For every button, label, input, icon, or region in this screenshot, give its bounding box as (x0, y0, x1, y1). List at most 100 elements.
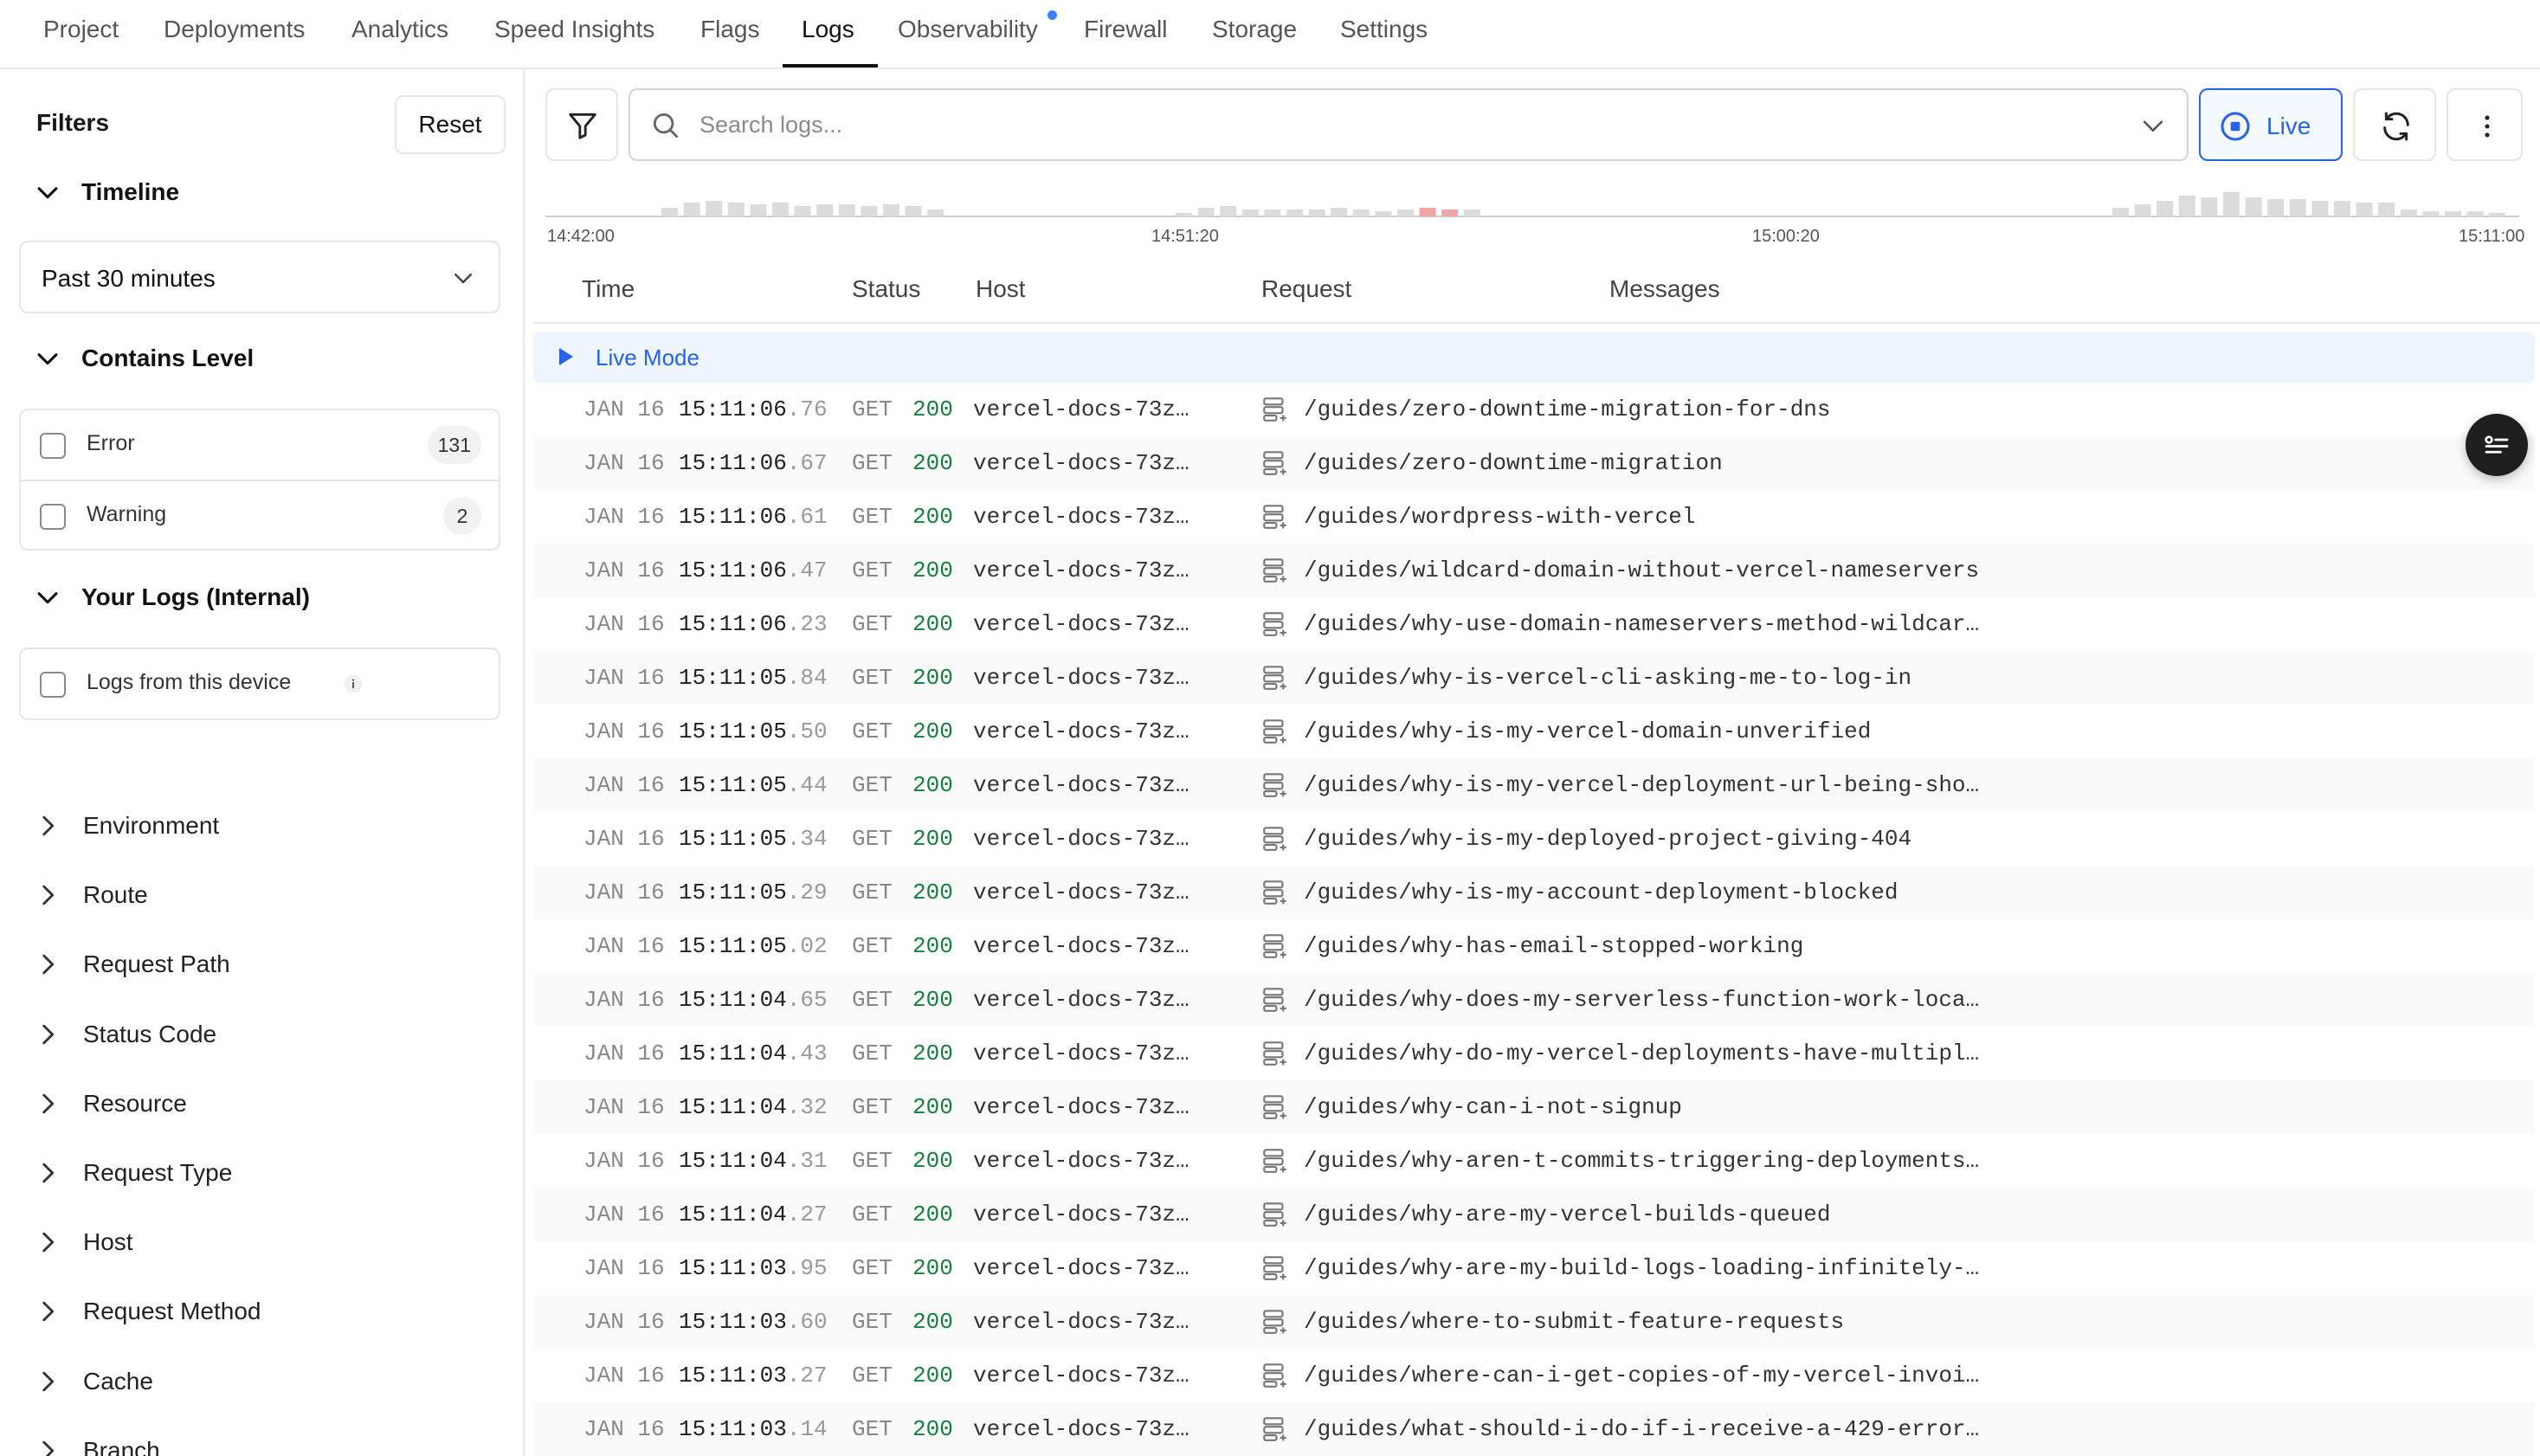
more-options-button[interactable] (2447, 88, 2523, 161)
tab-logs[interactable]: Logs (802, 0, 854, 68)
histogram-bar[interactable] (661, 208, 678, 216)
histogram-bar[interactable] (1308, 209, 1325, 216)
your-logs-section-toggle[interactable]: Your Logs (Internal) (33, 580, 310, 615)
log-row[interactable]: JAN 16 15:11:05.44 GET 200 vercel-docs-73z… /… (533, 758, 2535, 812)
logs-from-device-option[interactable]: Logs from this device (21, 649, 499, 718)
log-row[interactable]: JAN 16 15:11:04.31 GET 200 vercel-docs-73z… /… (533, 1134, 2535, 1188)
histogram-bar[interactable] (838, 204, 855, 216)
histogram-bar[interactable] (1176, 213, 1192, 216)
tab-speed-insights[interactable]: Speed Insights (494, 0, 654, 68)
histogram-bar[interactable] (1352, 209, 1370, 216)
log-row[interactable]: JAN 16 15:11:05.02 GET 200 vercel-docs-73z… /… (533, 919, 2535, 973)
tab-flags[interactable]: Flags (700, 0, 759, 68)
histogram-bar[interactable] (2134, 204, 2151, 216)
column-header-host[interactable]: Host (976, 275, 1026, 303)
live-mode-row[interactable]: Live Mode (533, 332, 2535, 383)
histogram-bar[interactable] (2489, 213, 2506, 216)
histogram-bar[interactable] (772, 203, 789, 216)
error-checkbox[interactable] (40, 433, 66, 459)
histogram-bar[interactable] (1463, 209, 1480, 216)
filter-section-toggle[interactable]: Host (33, 1225, 133, 1260)
logs-from-device-checkbox[interactable] (40, 672, 66, 698)
log-row[interactable]: JAN 16 15:11:06.23 GET 200 vercel-docs-73z… /… (533, 597, 2535, 651)
histogram-bar[interactable] (927, 209, 944, 216)
log-row[interactable]: JAN 16 15:11:03.60 GET 200 vercel-docs-73z… /… (533, 1295, 2535, 1349)
filter-section-toggle[interactable]: Resource (33, 1086, 187, 1121)
histogram-bar[interactable] (2445, 211, 2461, 216)
histogram-bar[interactable] (1419, 208, 1436, 216)
filter-section-toggle[interactable]: Branch (33, 1433, 160, 1456)
log-row[interactable]: JAN 16 15:11:03.95 GET 200 vercel-docs-73z… /… (533, 1241, 2535, 1295)
histogram-bar[interactable] (1331, 208, 1348, 216)
warning-checkbox[interactable] (40, 504, 66, 530)
histogram-bar[interactable] (1197, 208, 1215, 216)
live-button[interactable]: Live (2199, 88, 2343, 161)
histogram-bar[interactable] (2466, 211, 2484, 216)
tab-firewall[interactable]: Firewall (1084, 0, 1167, 68)
timeline-section-toggle[interactable]: Timeline (33, 175, 179, 209)
log-row[interactable]: JAN 16 15:11:04.27 GET 200 vercel-docs-73z… /… (533, 1188, 2535, 1241)
histogram-bar[interactable] (2378, 203, 2395, 216)
tab-settings[interactable]: Settings (1340, 0, 1428, 68)
log-details-floating-button[interactable] (2466, 414, 2528, 476)
histogram-bar[interactable] (2223, 192, 2240, 216)
tab-analytics[interactable]: Analytics (351, 0, 448, 68)
log-row[interactable]: JAN 16 15:11:05.84 GET 200 vercel-docs-73z… /… (533, 651, 2535, 705)
filter-section-toggle[interactable]: Environment (33, 809, 219, 843)
log-row[interactable]: JAN 16 15:11:05.34 GET 200 vercel-docs-73z… /… (533, 812, 2535, 866)
histogram-bar[interactable] (750, 204, 767, 216)
histogram-bar[interactable] (2422, 211, 2440, 216)
histogram-bar[interactable] (2400, 209, 2417, 216)
log-row[interactable]: JAN 16 15:11:06.61 GET 200 vercel-docs-73z… /… (533, 490, 2535, 544)
histogram-bar[interactable] (683, 203, 700, 216)
histogram-bar[interactable] (1220, 206, 1237, 216)
histogram-bar[interactable] (2334, 201, 2350, 216)
histogram-bar[interactable] (883, 204, 899, 216)
log-row[interactable]: JAN 16 15:11:04.32 GET 200 vercel-docs-73z… /… (533, 1080, 2535, 1134)
filter-section-toggle[interactable]: Request Type (33, 1156, 232, 1190)
level-option-warning[interactable]: Warning 2 (21, 481, 499, 551)
filter-section-toggle[interactable]: Request Method (33, 1294, 261, 1329)
histogram-bar[interactable] (2356, 203, 2373, 216)
histogram-bar[interactable] (1286, 209, 1303, 216)
timeline-select[interactable]: Past 30 minutes (19, 241, 500, 313)
histogram-bar[interactable] (1397, 209, 1414, 216)
histogram-bar[interactable] (706, 201, 723, 216)
log-row[interactable]: JAN 16 15:11:03.14 GET 200 vercel-docs-73z… /… (533, 1402, 2535, 1456)
contains-level-section-toggle[interactable]: Contains Level (33, 341, 254, 376)
histogram-bar[interactable] (2289, 199, 2306, 216)
log-row[interactable]: JAN 16 15:11:04.65 GET 200 vercel-docs-73z… /… (533, 973, 2535, 1027)
reset-button[interactable]: Reset (395, 95, 506, 154)
column-header-time[interactable]: Time (582, 275, 635, 303)
column-header-status[interactable]: Status (852, 275, 920, 303)
filter-section-toggle[interactable]: Request Path (33, 947, 230, 982)
chevron-down-icon[interactable] (2138, 111, 2168, 140)
histogram-bar[interactable] (816, 204, 834, 216)
search-input[interactable] (699, 102, 2067, 147)
histogram-bar[interactable] (1375, 211, 1392, 216)
filter-section-toggle[interactable]: Status Code (33, 1017, 216, 1052)
histogram-bar[interactable] (861, 206, 878, 216)
log-row[interactable]: JAN 16 15:11:05.50 GET 200 vercel-docs-73z… /… (533, 705, 2535, 758)
tab-observability[interactable]: Observability (898, 0, 1038, 68)
histogram-bar[interactable] (794, 206, 811, 216)
histogram-bar[interactable] (2245, 197, 2262, 216)
log-volume-histogram[interactable] (545, 178, 2519, 256)
histogram-bar[interactable] (2201, 197, 2218, 216)
histogram-bar[interactable] (1241, 209, 1259, 216)
log-row[interactable]: JAN 16 15:11:06.76 GET 200 vercel-docs-73z… /… (533, 383, 2535, 436)
log-row[interactable]: JAN 16 15:11:06.67 GET 200 vercel-docs-73z… /… (533, 436, 2535, 490)
log-row[interactable]: JAN 16 15:11:05.29 GET 200 vercel-docs-73z… /… (533, 866, 2535, 919)
histogram-bar[interactable] (727, 203, 745, 216)
column-header-request[interactable]: Request (1261, 275, 1351, 303)
filter-section-toggle[interactable]: Route (33, 878, 148, 912)
filter-toggle-button[interactable] (545, 88, 618, 161)
log-row[interactable]: JAN 16 15:11:03.27 GET 200 vercel-docs-73z… /… (533, 1349, 2535, 1402)
tab-deployments[interactable]: Deployments (164, 0, 305, 68)
log-row[interactable]: JAN 16 15:11:04.43 GET 200 vercel-docs-73z… /… (533, 1027, 2535, 1080)
histogram-bar[interactable] (1441, 209, 1459, 216)
column-header-messages[interactable]: Messages (1609, 275, 1720, 303)
tab-project[interactable]: Project (43, 0, 119, 68)
histogram-bar[interactable] (2267, 199, 2285, 216)
histogram-bar[interactable] (2178, 196, 2195, 216)
